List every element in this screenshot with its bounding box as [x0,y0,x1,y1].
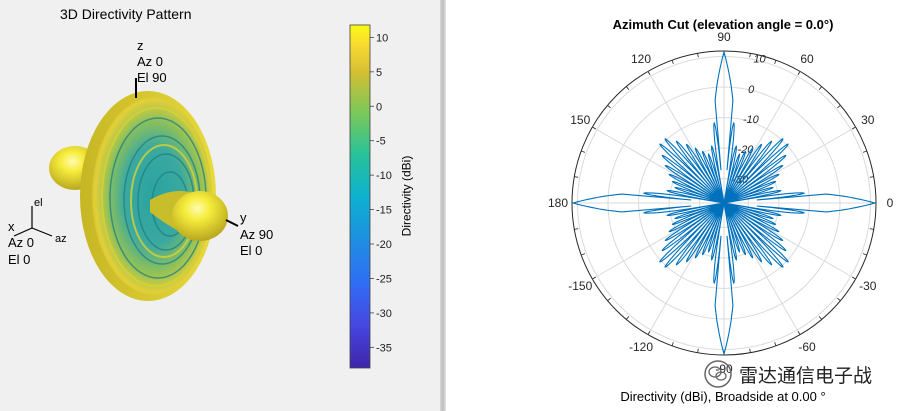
colorbar-tick-label: 0 [376,101,382,113]
colorbar[interactable] [349,24,371,369]
colorbar-label: Directivity (dBi) [399,155,414,237]
z-axis-az: Az 0 [137,54,164,69]
polar-footer: Directivity (dBi), Broadside at 0.00 ° [620,389,826,404]
polar-angle-label: 150 [570,113,590,127]
z-axis-name: z [137,38,144,53]
polar-angle-label: 60 [800,52,814,66]
colorbar-tick-label: -35 [376,342,392,354]
polar-angle-label: -120 [629,340,653,354]
y-axis-line [225,219,239,227]
polar-angle-label: 30 [861,113,875,127]
x-axis-az: Az 0 [8,235,35,250]
colorbar-tick-label: 5 [376,67,382,79]
colorbar-ticks: 10 5 0 -5 -10 -15 -20 -25 -30 -35 [370,32,392,354]
watermark: 雷达通信电子战 [703,359,872,389]
polar-angle-label: 90 [717,30,731,44]
pattern-3d-panel: 3D Directivity Pattern 10 5 0 -5 -10 -15… [0,0,440,411]
polar-radial-label: -10 [743,114,760,126]
polar-angle-label: 180 [548,196,568,210]
polar-angle-label: -60 [798,340,816,354]
colorbar-tick-label: -10 [376,170,392,182]
colorbar-tick-label: -20 [376,239,392,251]
wechat-logo-icon [704,360,732,388]
x-axis-el: El 0 [8,252,31,267]
polar-radial-label: 10 [753,54,766,66]
polar-plot[interactable]: 0306090120150180-150-120-90-60-30 100-10… [446,0,900,411]
polar-radial-label: 0 [748,84,755,96]
colorbar-tick-label: -15 [376,205,392,217]
polar-angle-label: 0 [887,196,894,210]
y-axis-el: El 0 [240,243,263,258]
x-axis-name: x [8,219,15,234]
watermark-text: 雷达通信电子战 [738,365,872,387]
polar-angle-label: -150 [568,279,592,293]
polar-angle-label: 120 [631,52,651,66]
y-axis-az: Az 90 [240,227,274,242]
azimuth-cut-panel: Azimuth Cut (elevation angle = 0.0°) 0 30… [446,0,900,411]
triad-az-label: az [55,233,67,245]
colorbar-tick-label: 10 [376,32,388,44]
y-axis-name: y [240,210,247,225]
triad-el-label: el [34,197,43,209]
colorbar-tick-label: -30 [376,308,392,320]
polar-angle-label: -30 [859,279,877,293]
colorbar-tick-label: -5 [376,136,386,148]
colorbar-tick-label: -25 [376,273,392,285]
pattern-3d-plot[interactable]: 10 5 0 -5 -10 -15 -20 -25 -30 -35 [0,0,440,411]
axes-triad [13,206,53,237]
z-axis-el: El 90 [137,70,167,85]
main-lobe [172,191,228,241]
